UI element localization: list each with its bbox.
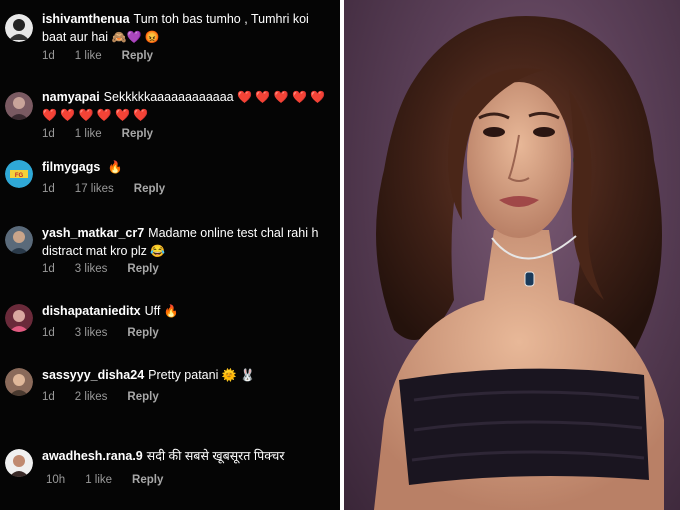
portrait-photo <box>344 0 680 510</box>
comment-username[interactable]: awadhesh.rana.9 <box>42 449 143 463</box>
comment-emoji: 🙈💜 😡 <box>111 30 160 44</box>
comment-body: सदी की सबसे खूबसूरत पिक्चर <box>146 449 285 463</box>
comment-username[interactable]: namyapai <box>42 90 100 104</box>
comment-time: 1d <box>42 263 55 275</box>
comment-body: Uff <box>144 304 161 318</box>
comment-time: 1d <box>42 50 55 62</box>
comment-emoji: 🔥 <box>107 160 123 174</box>
comment-likes[interactable]: 2 likes <box>75 391 108 403</box>
comment-time: 10h <box>46 474 66 486</box>
avatar[interactable] <box>5 449 33 477</box>
comment-emoji: 🔥 <box>163 304 179 318</box>
reply-button[interactable]: Reply <box>132 474 163 486</box>
comment-username[interactable]: filmygags <box>42 160 100 174</box>
comment-time: 1d <box>42 327 55 339</box>
comment-likes[interactable]: 1 like <box>85 474 112 486</box>
comment-username[interactable]: ishivamthenua <box>42 12 130 26</box>
comment-time: 1d <box>42 183 55 195</box>
comment-meta: 1d 3 likes Reply <box>42 327 159 339</box>
comment-text: awadhesh.rana.9 सदी की सबसे खूबसूरत पिक्च… <box>42 447 332 465</box>
comment-body: Pretty patani <box>148 368 219 382</box>
comment-text: sassyyy_disha24 Pretty patani 🌞 🐰 <box>42 366 332 384</box>
reply-button[interactable]: Reply <box>127 391 158 403</box>
comment-meta: 1d 17 likes Reply <box>42 183 165 195</box>
comment-likes[interactable]: 1 like <box>75 128 102 140</box>
comment-time: 1d <box>42 391 55 403</box>
reply-button[interactable]: Reply <box>127 263 158 275</box>
avatar[interactable] <box>5 368 33 396</box>
reply-button[interactable]: Reply <box>122 50 153 62</box>
comment-time: 1d <box>42 128 55 140</box>
comment-meta: 10h 1 like Reply <box>46 474 163 486</box>
avatar[interactable]: FG <box>5 160 33 188</box>
reply-button[interactable]: Reply <box>134 183 165 195</box>
comment-text: yash_matkar_cr7 Madame online test chal r… <box>42 224 332 260</box>
comment-emoji: 😂 <box>150 244 166 258</box>
comment-body: Sekkkkkaaaaaaaaaaaa <box>103 90 234 104</box>
comment-emoji: 🌞 🐰 <box>221 368 256 382</box>
comment-text: namyapai Sekkkkkaaaaaaaaaaaa ❤️ ❤️ ❤️ ❤️ … <box>42 88 332 124</box>
comment-text: filmygags 🔥 <box>42 158 332 176</box>
comment-text: dishapatanieditx Uff 🔥 <box>42 302 332 320</box>
reply-button[interactable]: Reply <box>127 327 158 339</box>
svg-text:FG: FG <box>15 173 24 179</box>
avatar[interactable] <box>5 226 33 254</box>
comment-likes[interactable]: 3 likes <box>75 327 108 339</box>
comment-username[interactable]: sassyyy_disha24 <box>42 368 144 382</box>
comment-text: ishivamthenua Tum toh bas tumho , Tumhri … <box>42 10 332 46</box>
comment-meta: 1d 3 likes Reply <box>42 263 159 275</box>
comment-likes[interactable]: 17 likes <box>75 183 114 195</box>
comment-meta: 1d 1 like Reply <box>42 50 153 62</box>
comment-username[interactable]: yash_matkar_cr7 <box>42 226 144 240</box>
avatar[interactable] <box>5 14 33 42</box>
comment-likes[interactable]: 1 like <box>75 50 102 62</box>
comments-panel: ishivamthenua Tum toh bas tumho , Tumhri … <box>0 0 340 510</box>
reply-button[interactable]: Reply <box>122 128 153 140</box>
avatar[interactable] <box>5 92 33 120</box>
comment-meta: 1d 2 likes Reply <box>42 391 159 403</box>
comment-username[interactable]: dishapatanieditx <box>42 304 141 318</box>
portrait-illustration <box>374 16 664 510</box>
avatar[interactable] <box>5 304 33 332</box>
comment-likes[interactable]: 3 likes <box>75 263 108 275</box>
comment-meta: 1d 1 like Reply <box>42 128 153 140</box>
